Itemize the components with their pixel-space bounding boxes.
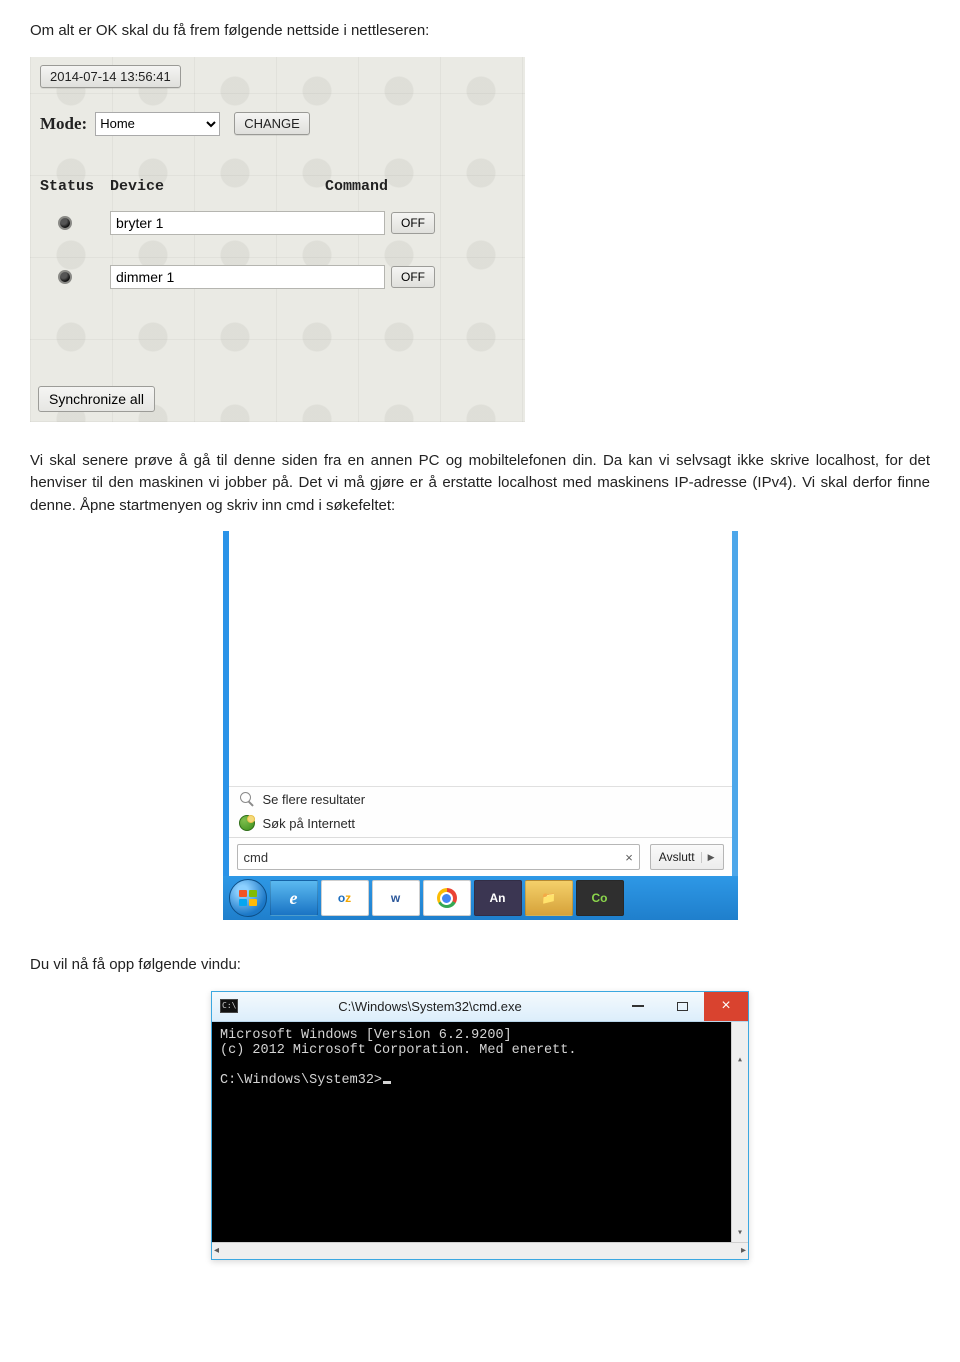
shutdown-label: Avslutt (659, 850, 695, 864)
synchronize-all-button[interactable]: Synchronize all (38, 386, 155, 412)
scroll-left-icon[interactable]: ◂ (214, 1245, 219, 1256)
title-bar: C:\Windows\System32\cmd.exe × (212, 992, 748, 1022)
start-search-input[interactable]: cmd × (237, 844, 640, 870)
timestamp-button[interactable]: 2014-07-14 13:56:41 (40, 65, 181, 88)
see-more-results[interactable]: Se flere resultater (229, 787, 732, 811)
scroll-right-icon[interactable]: ▸ (741, 1245, 746, 1256)
device-row: OFF (40, 265, 515, 289)
col-command: Command (325, 178, 515, 195)
chrome-icon[interactable] (423, 880, 471, 916)
console-line: (c) 2012 Microsoft Corporation. Med ener… (220, 1043, 576, 1058)
col-status: Status (40, 178, 110, 195)
word-icon[interactable]: w (372, 880, 420, 916)
close-button[interactable]: × (704, 992, 748, 1021)
device-off-button[interactable]: OFF (391, 212, 435, 234)
horizontal-scrollbar[interactable]: ◂ ▸ (212, 1242, 748, 1259)
scroll-down-icon[interactable]: ▾ (732, 1225, 748, 1242)
cmd-window: C:\Windows\System32\cmd.exe × Microsoft … (211, 991, 749, 1260)
device-name-input[interactable] (110, 211, 385, 235)
cmd-app-icon (220, 999, 238, 1013)
search-internet[interactable]: Søk på Internett (229, 811, 732, 835)
search-value: cmd (244, 850, 626, 865)
vertical-scrollbar[interactable]: ▴ ▾ (731, 1022, 748, 1242)
device-off-button[interactable]: OFF (391, 266, 435, 288)
console-line: Microsoft Windows [Version 6.2.9200] (220, 1028, 512, 1043)
start-orb-icon[interactable] (229, 879, 267, 917)
scroll-up-icon[interactable]: ▴ (732, 1052, 748, 1069)
device-name-input[interactable] (110, 265, 385, 289)
window-title: C:\Windows\System32\cmd.exe (244, 999, 616, 1014)
change-button[interactable]: CHANGE (234, 112, 310, 135)
cursor-icon (383, 1081, 391, 1084)
intro-paragraph-1: Om alt er OK skal du få frem følgende ne… (30, 20, 930, 43)
taskbar: e oz w An 📁 Co (223, 876, 738, 920)
animate-icon[interactable]: An (474, 880, 522, 916)
device-row: OFF (40, 211, 515, 235)
col-device: Device (110, 178, 325, 195)
shutdown-button[interactable]: Avslutt ▶ (650, 844, 724, 870)
search-internet-label: Søk på Internett (263, 816, 356, 831)
home-automation-screenshot: 2014-07-14 13:56:41 Mode: Home CHANGE St… (30, 57, 525, 422)
clear-search-icon[interactable]: × (625, 850, 633, 865)
outlook-icon[interactable]: oz (321, 880, 369, 916)
mode-select[interactable]: Home (95, 112, 220, 136)
console-body[interactable]: Microsoft Windows [Version 6.2.9200] (c)… (212, 1022, 748, 1242)
start-menu-blank-area (229, 531, 732, 786)
maximize-button[interactable] (660, 992, 704, 1021)
chevron-right-icon[interactable]: ▶ (701, 852, 715, 863)
start-menu-screenshot: Se flere resultater Søk på Internett cmd… (223, 531, 738, 920)
minimize-button[interactable] (616, 992, 660, 1021)
file-explorer-icon[interactable]: 📁 (525, 880, 573, 916)
see-more-label: Se flere resultater (263, 792, 366, 807)
ie-icon[interactable]: e (270, 880, 318, 916)
console-prompt: C:\Windows\System32> (220, 1073, 382, 1088)
status-dot-icon (58, 270, 72, 284)
search-icon (239, 791, 255, 807)
closing-paragraph: Du vil nå få opp følgende vindu: (30, 954, 930, 977)
co-app-icon[interactable]: Co (576, 880, 624, 916)
status-dot-icon (58, 216, 72, 230)
mode-label: Mode: (40, 114, 87, 134)
body-paragraph: Vi skal senere prøve å gå til denne side… (30, 450, 930, 518)
globe-icon (239, 815, 255, 831)
